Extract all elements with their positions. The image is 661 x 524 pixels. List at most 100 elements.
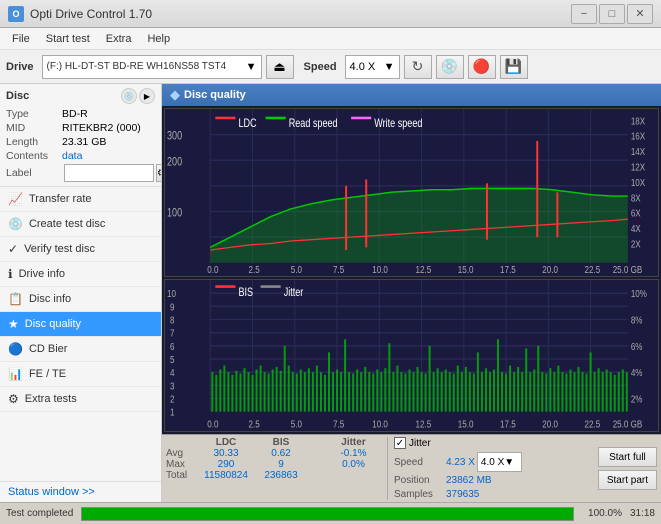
bis-total: 236863 [256, 470, 306, 481]
disc-mid-row: MID RITEKBR2 (000) [6, 122, 155, 134]
svg-text:200: 200 [167, 156, 182, 168]
jitter-label: Jitter [409, 438, 431, 449]
svg-text:12.5: 12.5 [416, 418, 432, 429]
chart-header-icon: ◆ [170, 87, 180, 103]
svg-text:10: 10 [167, 288, 176, 299]
bottom-chart: 10 9 8 7 6 5 4 3 2 1 10% 8% 6% 4% 2% [164, 279, 659, 432]
titlebar: O Opti Drive Control 1.70 − □ ✕ [0, 0, 661, 28]
disc-section-title: Disc [6, 90, 29, 102]
speed-selector-stats[interactable]: 4.0 X ▼ [477, 452, 522, 472]
svg-text:2.5: 2.5 [249, 418, 260, 429]
maximize-button[interactable]: □ [599, 4, 625, 24]
speed-selector-value: 4.0 X [481, 457, 504, 468]
svg-text:15.0: 15.0 [458, 264, 474, 275]
menu-help[interactable]: Help [139, 31, 178, 47]
ldc-avg: 30.33 [196, 448, 256, 459]
svg-text:LDC: LDC [238, 118, 257, 130]
speed-selector[interactable]: 4.0 X ▼ [345, 55, 400, 79]
menu-file[interactable]: File [4, 31, 38, 47]
svg-text:4X: 4X [631, 223, 641, 234]
position-key: Position [394, 475, 444, 486]
refresh-button[interactable]: ↻ [404, 55, 432, 79]
svg-text:7.5: 7.5 [333, 418, 344, 429]
sidebar: Disc 💿 ▶ Type BD-R MID RITEKBR2 (000) Le… [0, 84, 162, 502]
sidebar-item-cd-bier[interactable]: 🔵 CD Bier [0, 337, 161, 362]
sidebar-item-disc-info[interactable]: 📋 Disc info [0, 287, 161, 312]
jitter-max: 0.0% [326, 459, 381, 470]
sidebar-item-disc-quality[interactable]: ★ Disc quality [0, 312, 161, 337]
svg-text:Read speed: Read speed [289, 118, 338, 130]
sidebar-item-verify-test-disc[interactable]: ✓ Verify test disc [0, 237, 161, 262]
main-area: Disc 💿 ▶ Type BD-R MID RITEKBR2 (000) Le… [0, 84, 661, 502]
bis-avg: 0.62 [256, 448, 306, 459]
minimize-button[interactable]: − [571, 4, 597, 24]
svg-text:5.0: 5.0 [291, 264, 302, 275]
disc-button[interactable]: 💿 [436, 55, 464, 79]
nav-disc-quality-label: Disc quality [25, 318, 81, 330]
svg-text:6: 6 [170, 340, 174, 351]
verify-test-disc-icon: ✓ [8, 242, 18, 256]
svg-text:0.0: 0.0 [207, 418, 218, 429]
save-button[interactable]: 💾 [500, 55, 528, 79]
svg-text:1: 1 [170, 406, 174, 417]
svg-text:20.0: 20.0 [542, 418, 558, 429]
create-test-disc-icon: 💿 [8, 217, 23, 231]
svg-text:14X: 14X [631, 146, 645, 157]
drive-value: (F:) HL-DT-ST BD-RE WH16NS58 TST4 [47, 61, 227, 72]
content-area: ◆ Disc quality [162, 84, 661, 502]
ldc-max: 290 [196, 459, 256, 470]
stats-table: LDC BIS Jitter Avg 30.33 0.62 -0.1% Max [166, 437, 381, 500]
close-button[interactable]: ✕ [627, 4, 653, 24]
sidebar-item-fe-te[interactable]: 📊 FE / TE [0, 362, 161, 387]
disc-mid-label: MID [6, 122, 62, 134]
svg-text:9: 9 [170, 301, 174, 312]
speed-label: Speed [304, 61, 337, 73]
svg-text:25.0 GB: 25.0 GB [613, 418, 642, 429]
samples-val: 379635 [446, 489, 479, 500]
nav-create-test-disc-label: Create test disc [29, 218, 105, 230]
sidebar-item-transfer-rate[interactable]: 📈 Transfer rate [0, 187, 161, 212]
drive-dropdown-icon: ▼ [246, 61, 257, 73]
svg-text:7: 7 [170, 327, 174, 338]
status-window-button[interactable]: Status window >> [0, 481, 161, 502]
disc-contents-value: data [62, 150, 82, 162]
svg-text:Jitter: Jitter [284, 285, 304, 298]
drive-label: Drive [6, 61, 34, 73]
svg-text:10.0: 10.0 [372, 264, 388, 275]
svg-text:25.0 GB: 25.0 GB [613, 264, 643, 275]
svg-text:10X: 10X [631, 177, 645, 188]
jitter-speed-section: ✓ Jitter Speed 4.23 X 4.0 X ▼ Position 2… [394, 437, 522, 500]
top-chart-svg: 300 200 100 18X 16X 14X 12X 10X 8X 6X 4X… [165, 109, 658, 276]
svg-text:Write speed: Write speed [374, 118, 422, 130]
disc-label-input[interactable] [64, 164, 154, 182]
svg-text:8: 8 [170, 314, 174, 325]
disc-info-icon: 📋 [8, 292, 23, 306]
svg-text:22.5: 22.5 [585, 418, 601, 429]
status-text: Test completed [6, 508, 73, 519]
menu-extra[interactable]: Extra [98, 31, 140, 47]
start-full-button[interactable]: Start full [598, 447, 657, 467]
svg-text:300: 300 [167, 131, 182, 143]
disc-label-row: Label ⚙ [6, 164, 155, 182]
speed-dropdown-icon: ▼ [384, 61, 395, 73]
start-part-button[interactable]: Start part [598, 470, 657, 490]
svg-text:18X: 18X [631, 115, 645, 126]
sidebar-item-drive-info[interactable]: ℹ Drive info [0, 262, 161, 287]
burn-button[interactable]: 🔴 [468, 55, 496, 79]
speed-key: Speed [394, 457, 444, 468]
disc-action-icon[interactable]: ▶ [139, 88, 155, 104]
menu-start-test[interactable]: Start test [38, 31, 98, 47]
svg-text:8X: 8X [631, 192, 641, 203]
sidebar-item-extra-tests[interactable]: ⚙ Extra tests [0, 387, 161, 412]
eject-button[interactable]: ⏏ [266, 55, 294, 79]
drive-selector[interactable]: (F:) HL-DT-ST BD-RE WH16NS58 TST4 ▼ [42, 55, 262, 79]
svg-text:100: 100 [167, 208, 182, 220]
svg-text:17.5: 17.5 [500, 264, 516, 275]
disc-label-key: Label [6, 167, 62, 179]
sidebar-item-create-test-disc[interactable]: 💿 Create test disc [0, 212, 161, 237]
disc-section: Disc 💿 ▶ Type BD-R MID RITEKBR2 (000) Le… [0, 84, 161, 187]
jitter-checkbox[interactable]: ✓ [394, 437, 406, 449]
top-chart: 300 200 100 18X 16X 14X 12X 10X 8X 6X 4X… [164, 108, 659, 277]
svg-text:8%: 8% [631, 314, 643, 325]
svg-text:5.0: 5.0 [291, 418, 302, 429]
